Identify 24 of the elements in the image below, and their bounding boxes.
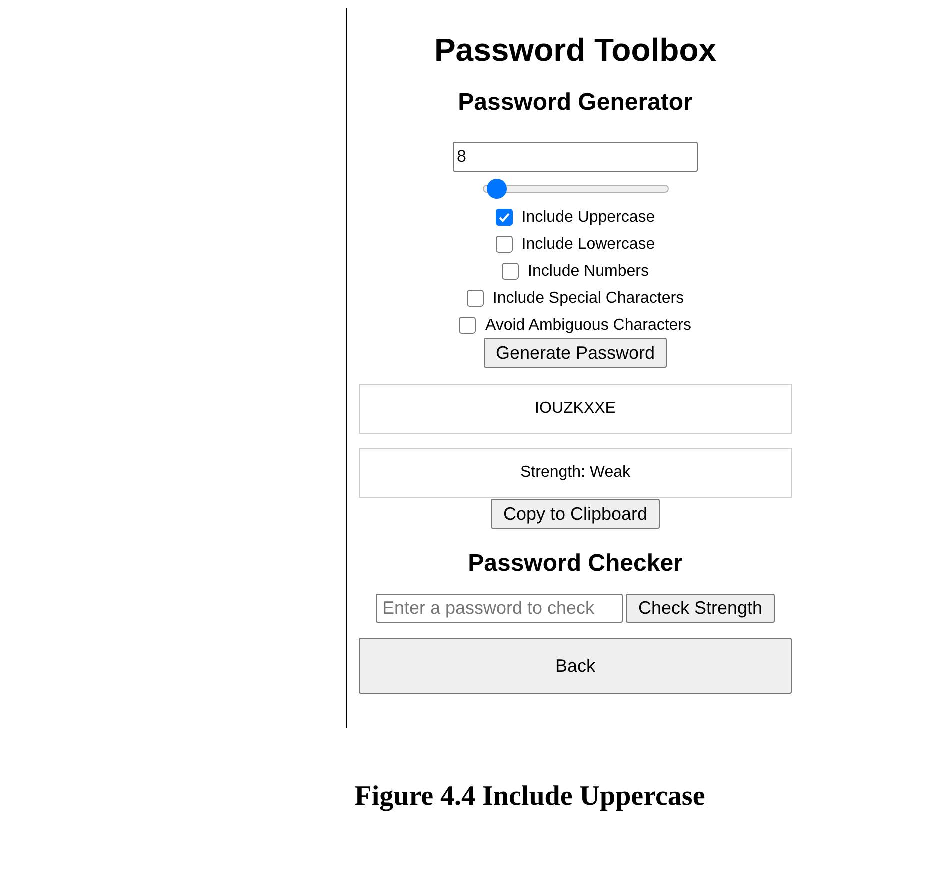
password-output: IOUZKXXE — [359, 384, 792, 434]
check-strength-button[interactable]: Check Strength — [626, 594, 775, 623]
checkbox-label: Include Lowercase — [522, 234, 656, 254]
checkbox-label: Avoid Ambiguous Characters — [485, 316, 692, 336]
back-button[interactable]: Back — [359, 638, 792, 694]
copy-button[interactable]: Copy to Clipboard — [491, 499, 660, 529]
length-field[interactable]: 8 — [453, 142, 698, 172]
checkbox-label: Include Uppercase — [522, 208, 656, 228]
section-heading: Password Checker — [468, 550, 683, 578]
slider-thumb[interactable] — [487, 179, 508, 199]
page-title: Password Toolbox — [434, 32, 717, 68]
checkbox[interactable] — [502, 263, 520, 280]
strength-display: Strength: Weak — [359, 448, 792, 498]
generate-button[interactable]: Generate Password — [484, 338, 668, 368]
checkbox[interactable] — [459, 317, 476, 334]
checkbox[interactable] — [496, 236, 513, 253]
figure-caption: Figure 4.4 Include Uppercase — [354, 780, 706, 814]
password-field[interactable]: Enter a password to check — [376, 594, 624, 623]
length-slider[interactable] — [482, 179, 668, 199]
section-heading: Password Generator — [458, 89, 693, 117]
checkbox-label: Include Numbers — [528, 262, 649, 282]
checkbox-label: Include Special Characters — [492, 288, 684, 308]
checkbox[interactable] — [496, 209, 513, 226]
checkbox[interactable] — [466, 290, 484, 307]
